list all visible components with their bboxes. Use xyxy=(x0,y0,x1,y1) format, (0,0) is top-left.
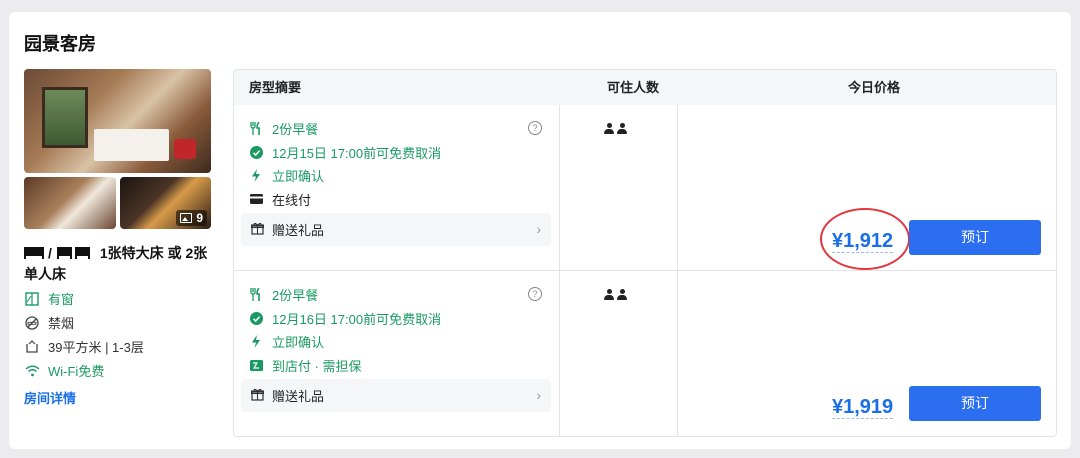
rate-summary: ? 2份早餐 12月15日 17:00前可免费取消 立即确认 在线付 xyxy=(249,117,550,211)
payment-line: 在线付 xyxy=(249,188,550,212)
check-circle-icon xyxy=(249,311,263,325)
feature-window: 有窗 xyxy=(24,289,74,308)
cancel-line: 12月15日 17:00前可免费取消 xyxy=(249,141,550,165)
utensils-icon xyxy=(249,288,263,302)
occupancy xyxy=(604,123,627,134)
room-details-link[interactable]: 房间详情 xyxy=(24,388,76,407)
occupancy xyxy=(604,289,627,300)
feature-label: Wi-Fi免费 xyxy=(48,364,105,379)
gift-text: 赠送礼品 xyxy=(272,389,325,404)
person-icon xyxy=(604,289,614,300)
header-price: 今日价格 xyxy=(847,80,900,95)
area-icon xyxy=(24,339,40,355)
check-circle-icon xyxy=(249,145,263,159)
price[interactable]: ¥1,919 xyxy=(832,396,894,419)
feature-no-smoking: 禁烟 xyxy=(24,313,74,332)
bed-type: / 1张特大床 或 2张单人床 xyxy=(24,243,214,285)
bed-icon: / xyxy=(24,245,98,261)
rate-table: 房型摘要 可住人数 今日价格 ? 2份早餐 12月15日 17:00前可免费取消… xyxy=(233,69,1057,437)
photo-count-badge: 9 xyxy=(176,210,207,226)
gift-row[interactable]: 赠送礼品 › xyxy=(241,213,551,246)
gift-icon xyxy=(250,388,265,404)
gift-text: 赠送礼品 xyxy=(272,223,325,238)
feature-label: 有窗 xyxy=(48,292,75,307)
credit-card-icon xyxy=(249,194,263,205)
book-button[interactable]: 预订 xyxy=(909,386,1041,421)
cancel-text: 12月15日 17:00前可免费取消 xyxy=(272,145,442,161)
rate-row: ? 2份早餐 12月15日 17:00前可免费取消 立即确认 在线付 赠送礼品 … xyxy=(234,105,1056,270)
breakfast-text: 2份早餐 xyxy=(272,288,319,304)
header-occupancy: 可住人数 xyxy=(606,80,659,95)
confirm-text: 立即确认 xyxy=(272,169,325,185)
confirm-line: 立即确认 xyxy=(249,164,550,188)
payment-line: 到店付 · 需担保 xyxy=(249,354,550,378)
pay-at-hotel-icon xyxy=(249,359,263,371)
payment-text: 在线付 xyxy=(272,192,312,208)
wifi-icon xyxy=(24,363,40,379)
help-icon[interactable]: ? xyxy=(528,121,542,135)
person-icon xyxy=(604,123,614,134)
no-smoking-icon xyxy=(24,315,40,331)
room-photo-thumb-more[interactable]: 9 xyxy=(120,177,211,229)
image-icon xyxy=(180,213,193,223)
chevron-right-icon: › xyxy=(536,221,541,237)
confirm-text: 立即确认 xyxy=(272,335,325,351)
person-icon xyxy=(617,289,627,300)
book-button[interactable]: 预订 xyxy=(909,220,1041,255)
breakfast-line: 2份早餐 xyxy=(249,283,550,307)
window-icon xyxy=(24,291,40,307)
room-card: 园景客房 9 / 1张特大床 或 2张单人床 有窗 禁烟 39平方米 | 1-3… xyxy=(9,12,1071,449)
feature-label: 39平方米 | 1-3层 xyxy=(48,340,144,355)
room-photo-thumb[interactable] xyxy=(24,177,116,229)
lightning-icon xyxy=(249,169,263,183)
help-icon[interactable]: ? xyxy=(528,287,542,301)
section-title: 园景客房 xyxy=(24,34,96,54)
rate-row: ? 2份早餐 12月16日 17:00前可免费取消 立即确认 到店付 · 需担保… xyxy=(234,270,1056,436)
room-photo-main[interactable] xyxy=(24,69,211,173)
gift-row[interactable]: 赠送礼品 › xyxy=(241,379,551,412)
lightning-icon xyxy=(249,335,263,349)
photo-count: 9 xyxy=(196,211,203,225)
cancel-text: 12月16日 17:00前可免费取消 xyxy=(272,311,442,327)
header-summary: 房型摘要 xyxy=(249,80,302,95)
breakfast-line: 2份早餐 xyxy=(249,117,550,141)
utensils-icon xyxy=(249,122,263,136)
payment-text: 到店付 · 需担保 xyxy=(272,358,362,374)
person-icon xyxy=(617,123,627,134)
chevron-right-icon: › xyxy=(536,387,541,403)
rate-summary: ? 2份早餐 12月16日 17:00前可免费取消 立即确认 到店付 · 需担保 xyxy=(249,283,550,377)
svg-text:/: / xyxy=(48,245,52,259)
breakfast-text: 2份早餐 xyxy=(272,122,319,138)
feature-wifi: Wi-Fi免费 xyxy=(24,361,104,380)
confirm-line: 立即确认 xyxy=(249,330,550,354)
room-photos[interactable]: 9 xyxy=(24,69,211,229)
price[interactable]: ¥1,912 xyxy=(832,230,894,253)
feature-area: 39平方米 | 1-3层 xyxy=(24,337,144,356)
gift-icon xyxy=(250,222,265,238)
feature-label: 禁烟 xyxy=(48,316,75,331)
table-header: 房型摘要 可住人数 今日价格 xyxy=(234,70,1056,105)
cancel-line: 12月16日 17:00前可免费取消 xyxy=(249,307,550,331)
